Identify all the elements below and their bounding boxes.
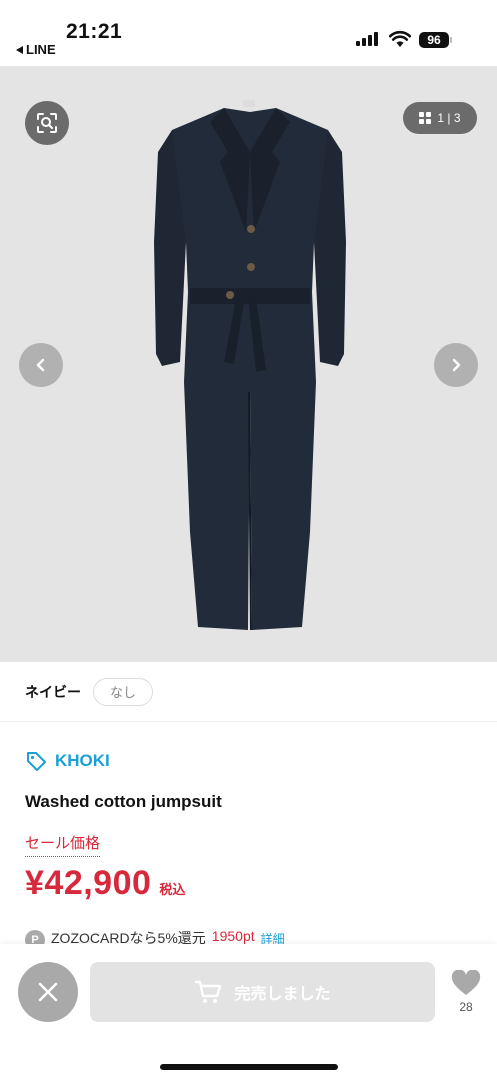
color-variant-row: ネイビー なし — [0, 662, 497, 722]
image-page-indicator[interactable]: 1 | 3 — [403, 102, 477, 134]
tag-icon — [27, 752, 46, 771]
clock: 21:21 — [66, 20, 123, 43]
home-indicator[interactable] — [160, 1064, 338, 1070]
heart-icon — [451, 970, 481, 995]
image-search-button[interactable] — [25, 101, 69, 145]
card-detail-link[interactable]: 詳細 — [261, 930, 285, 944]
status-bar: 21:21 LINE 96 — [0, 0, 497, 66]
chevron-left-icon — [36, 358, 45, 372]
battery-tip — [450, 37, 452, 43]
back-to-app-link[interactable]: LINE — [16, 42, 56, 57]
page-indicator-text: 1 | 3 — [437, 111, 461, 125]
bottom-action-bar: 完売しました 28 — [0, 944, 497, 1080]
close-icon — [38, 982, 58, 1002]
sold-out-button[interactable]: 完売しました — [90, 962, 435, 1022]
chevron-right-icon — [452, 358, 461, 372]
image-search-icon — [37, 113, 57, 133]
card-promo-text: ZOZOCARDなら5%還元 — [51, 930, 206, 944]
product-image-gallery[interactable]: 1 | 3 — [0, 66, 497, 662]
back-app-label: LINE — [26, 42, 56, 57]
zozocard-points-row[interactable]: P ZOZOCARDなら5%還元 1950pt 詳細 — [25, 928, 285, 944]
card-points: 1950pt — [211, 928, 255, 944]
battery-icon: 96 — [419, 32, 449, 48]
grid-icon — [419, 112, 432, 124]
stock-status-chip[interactable]: なし — [93, 677, 154, 706]
previous-image-button[interactable] — [19, 343, 63, 387]
close-button[interactable] — [18, 962, 78, 1022]
sale-price-label[interactable]: セール価格 — [25, 832, 101, 857]
brand-link[interactable]: KHOKI — [25, 750, 110, 772]
sold-out-label: 完売しました — [234, 986, 331, 1003]
product-photo-jumpsuit — [154, 100, 346, 631]
brand-name: KHOKI — [55, 751, 110, 770]
product-title: Washed cotton jumpsuit — [25, 792, 222, 811]
points-icon: P — [25, 930, 45, 944]
price: ¥42,900 — [25, 864, 152, 902]
next-image-button[interactable] — [434, 343, 478, 387]
wifi-icon — [389, 30, 411, 47]
price-row: ¥42,900 税込 — [25, 864, 185, 903]
tax-included-label: 税込 — [159, 882, 186, 897]
color-name: ネイビー — [25, 683, 81, 700]
favorite-count: 28 — [459, 1000, 473, 1014]
back-triangle-icon — [16, 45, 23, 54]
cellular-signal-icon — [356, 32, 378, 46]
cart-icon — [195, 980, 222, 1003]
favorite-button[interactable]: 28 — [447, 970, 485, 1014]
